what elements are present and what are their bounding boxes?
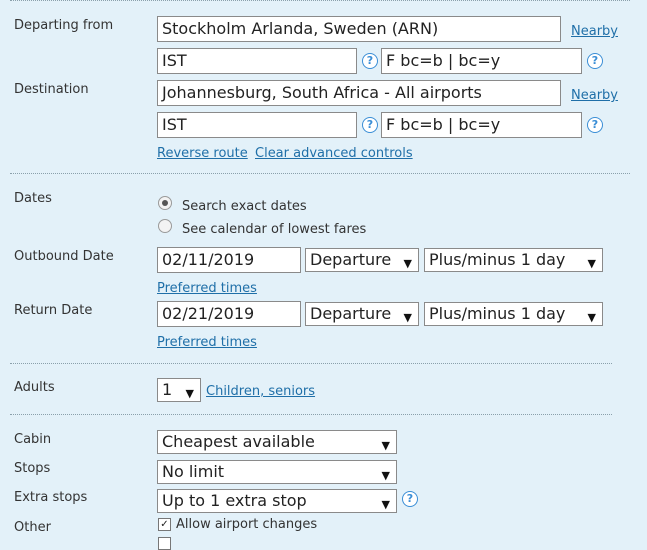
help-glyph: ?	[366, 54, 374, 67]
reverse-route-link[interactable]: Reverse route	[157, 146, 248, 161]
cabin-label: Cabin	[14, 432, 52, 447]
return-date-label: Return Date	[14, 303, 93, 318]
help-glyph: ?	[591, 118, 599, 131]
chevron-down-icon: ▼	[587, 311, 596, 324]
outbound-time-type-select[interactable]: Departure ▼	[305, 248, 419, 272]
stops-value: No limit	[162, 462, 225, 481]
chevron-down-icon: ▼	[381, 469, 390, 482]
stops-select[interactable]: No limit ▼	[157, 460, 397, 484]
chevron-down-icon: ▼	[381, 439, 390, 452]
destination-fare-help-icon[interactable]: ?	[587, 117, 603, 133]
top-divider	[10, 0, 630, 1]
clear-advanced-link[interactable]: Clear advanced controls	[255, 146, 413, 161]
return-time-type-select[interactable]: Departure ▼	[305, 302, 419, 326]
help-glyph: ?	[591, 54, 599, 67]
return-flex-value: Plus/minus 1 day	[429, 304, 566, 323]
calendar-label: See calendar of lowest fares	[182, 222, 367, 237]
outbound-date-label: Outbound Date	[14, 249, 114, 264]
adults-value: 1	[162, 380, 173, 399]
children-seniors-link[interactable]: Children, seniors	[206, 384, 315, 399]
check-icon: ✓	[160, 519, 169, 530]
extra-stops-help-icon[interactable]: ?	[402, 491, 418, 507]
departing-nearby-link[interactable]: Nearby	[571, 24, 618, 39]
route-divider	[10, 173, 630, 174]
destination-nearby-link[interactable]: Nearby	[571, 88, 618, 103]
adults-label: Adults	[14, 380, 55, 395]
outbound-flex-select[interactable]: Plus/minus 1 day ▼	[424, 248, 603, 272]
chevron-down-icon: ▼	[587, 257, 596, 270]
chevron-down-icon: ▼	[403, 257, 412, 270]
outbound-date-input[interactable]: 02/11/2019	[157, 247, 301, 273]
return-date-input[interactable]: 02/21/2019	[157, 301, 301, 327]
other-label: Other	[14, 520, 51, 535]
outbound-time-type-value: Departure	[310, 250, 392, 269]
outbound-preferred-times-link[interactable]: Preferred times	[157, 281, 257, 296]
chevron-down-icon: ▼	[403, 311, 412, 324]
departing-fare-input[interactable]: F bc=b | bc=y	[381, 48, 582, 74]
return-preferred-times-link[interactable]: Preferred times	[157, 335, 257, 350]
return-time-type-value: Departure	[310, 304, 392, 323]
destination-code-help-icon[interactable]: ?	[362, 117, 378, 133]
radio-exact-dates[interactable]	[158, 196, 172, 210]
departing-code-input[interactable]: IST	[157, 48, 357, 74]
outbound-flex-value: Plus/minus 1 day	[429, 250, 566, 269]
allow-airport-changes-checkbox[interactable]: ✓	[158, 518, 171, 531]
extra-stops-label: Extra stops	[14, 490, 88, 505]
help-glyph: ?	[366, 118, 374, 131]
radio-calendar[interactable]	[158, 219, 172, 233]
dates-divider	[10, 363, 612, 364]
stops-label: Stops	[14, 461, 51, 476]
cabin-value: Cheapest available	[162, 432, 315, 451]
help-glyph: ?	[406, 492, 414, 505]
departing-fare-help-icon[interactable]: ?	[587, 53, 603, 69]
departing-label: Departing from	[14, 18, 114, 33]
departing-input[interactable]: Stockholm Arlanda, Sweden (ARN)	[157, 16, 561, 42]
destination-fare-input[interactable]: F bc=b | bc=y	[381, 112, 582, 138]
destination-input[interactable]: Johannesburg, South Africa - All airport…	[157, 80, 561, 106]
exact-dates-label: Search exact dates	[182, 199, 307, 214]
allow-airport-changes-label: Allow airport changes	[176, 517, 318, 532]
departing-code-help-icon[interactable]: ?	[362, 53, 378, 69]
chevron-down-icon: ▼	[185, 387, 194, 400]
extra-stops-value: Up to 1 extra stop	[162, 491, 307, 510]
adults-select[interactable]: 1 ▼	[157, 378, 201, 402]
destination-code-input[interactable]: IST	[157, 112, 357, 138]
extra-stops-select[interactable]: Up to 1 extra stop ▼	[157, 489, 397, 513]
cabin-select[interactable]: Cheapest available ▼	[157, 430, 397, 454]
chevron-down-icon: ▼	[381, 498, 390, 511]
destination-label: Destination	[14, 82, 89, 97]
passengers-divider	[10, 414, 612, 415]
dates-label: Dates	[14, 191, 52, 206]
return-flex-select[interactable]: Plus/minus 1 day ▼	[424, 302, 603, 326]
